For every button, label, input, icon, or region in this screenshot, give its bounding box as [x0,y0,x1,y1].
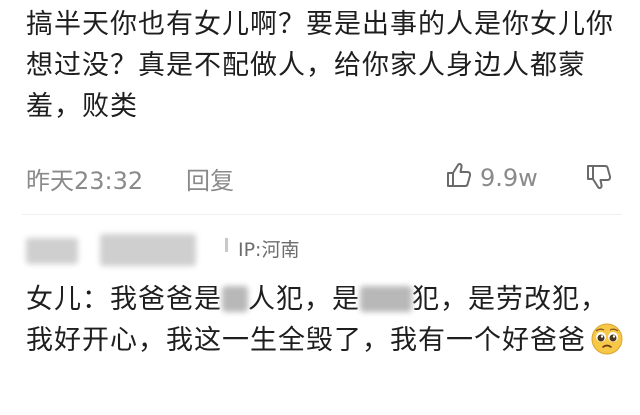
comment-body-2: 女儿：我爸爸是 人犯，是 犯，是劳改犯，我好开心，我这一生全毁了，我有一个好爸爸 [26,279,626,361]
thumbs-down-icon[interactable] [584,162,614,198]
ip-separator [225,238,228,252]
comment-meta-row: 昨天23:32 回复 9.9w [26,160,626,196]
ip-location: IP:河南 [238,239,300,261]
blurred-avatar [26,238,78,264]
comment-author-row: IP:河南 [26,230,626,270]
censored-text [360,286,412,312]
like-button[interactable]: 9.9w [444,160,538,196]
comment-body: 搞半天你也有女儿啊？要是出事的人是你女儿你想过没？真是不配做人，给你家人身边人都… [26,9,614,122]
censored-text [222,286,248,312]
divider [22,214,622,215]
like-count: 9.9w [480,164,538,192]
comment-text-segment: 人犯，是 [248,284,360,315]
comment-text-segment: 女儿：我爸爸是 [26,284,222,315]
reply-button[interactable]: 回复 [186,161,234,196]
thumbs-up-icon [444,160,474,196]
comment-time: 昨天23:32 [26,166,144,195]
blurred-username [100,234,196,266]
pleading-face-emoji [590,322,624,356]
